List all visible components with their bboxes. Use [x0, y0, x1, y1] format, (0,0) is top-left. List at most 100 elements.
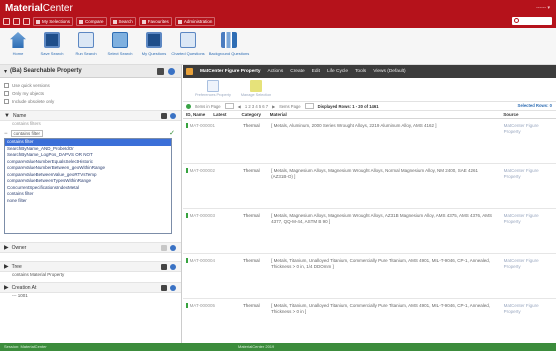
tab-life-cycle[interactable]: Life Cycle — [327, 69, 348, 74]
section-sub: --- 1001 — [12, 293, 28, 298]
list-icon[interactable] — [161, 113, 167, 119]
chevron-right-icon: ▶ — [4, 285, 9, 291]
charted-questions-button[interactable]: Charted Questions — [171, 30, 205, 64]
save-icon[interactable] — [157, 68, 164, 75]
select-search-button[interactable]: Select Search — [105, 30, 135, 64]
filter-listbox[interactable]: contains filter SearchByName_AND_ProbeId… — [4, 138, 172, 234]
nav-search[interactable]: Search — [109, 17, 136, 26]
row-material[interactable]: [ Metals, Titanium, Unalloyed Titanium, … — [271, 303, 500, 315]
tool-label: My Questions — [141, 51, 167, 56]
first-page-icon[interactable]: ◀ — [238, 104, 241, 109]
table-row[interactable]: MAT-000004 Thermal [ Metals, Titanium, U… — [183, 254, 556, 299]
nav-compare[interactable]: Compare — [76, 17, 107, 26]
col-id-name[interactable]: ID, Name — [183, 112, 213, 117]
tab-figure-property[interactable]: MatCenter Figure Property — [200, 69, 261, 74]
filter-select[interactable]: contains filter — [10, 130, 44, 137]
list-icon[interactable] — [161, 245, 167, 251]
user-menu[interactable]: ------ ▾ — [536, 5, 550, 11]
tab-actions[interactable]: Actions — [268, 69, 284, 74]
forward-icon[interactable] — [23, 18, 30, 25]
tab-edit[interactable]: Edit — [312, 69, 320, 74]
nav-administration[interactable]: Administration — [174, 17, 216, 26]
table-row[interactable]: MAT-000001 Thermal [ Metals, Aluminum, 2… — [183, 119, 556, 164]
app-logo[interactable]: MaterialCenter — [5, 3, 73, 14]
preferences-button[interactable]: Preferences Property — [195, 80, 231, 101]
status-badge — [186, 213, 188, 218]
home-button[interactable]: Home — [3, 30, 33, 64]
save-search-button[interactable]: Save Search — [37, 30, 67, 64]
tab-create[interactable]: Create — [290, 69, 304, 74]
footer-product: MaterialCenter 2019 — [238, 344, 275, 349]
table-row[interactable]: MAT-000003 Thermal [ Metals, Magnesium A… — [183, 209, 556, 254]
section-tree[interactable]: ▶ Tree — [0, 261, 181, 272]
info-icon[interactable] — [170, 245, 176, 251]
row-id[interactable]: MAT-000001 — [190, 123, 215, 128]
page-numbers[interactable]: 1 2 3 4 5 6 7 — [245, 104, 268, 109]
home-icon[interactable] — [3, 18, 10, 25]
row-material[interactable]: [ Metals, Magnesium Alloys, Magnesium Wr… — [271, 213, 500, 225]
row-source: MatCenter Figure Property — [503, 213, 539, 224]
table-row[interactable]: MAT-000005 Thermal [ Metals, Titanium, U… — [183, 299, 556, 329]
col-latest[interactable]: Latest — [213, 112, 241, 117]
checkbox[interactable] — [4, 90, 9, 96]
row-id[interactable]: MAT-000004 — [190, 258, 215, 263]
refresh-icon[interactable] — [168, 68, 175, 75]
col-category[interactable]: Category — [242, 112, 270, 117]
row-material[interactable]: [ Metals, Titanium, Unalloyed Titanium, … — [271, 258, 500, 270]
section-label: Name — [12, 112, 27, 119]
info-icon[interactable] — [170, 264, 176, 270]
figure-icon — [186, 68, 193, 75]
search-panel-title: (Ba) Searchable Property — [10, 68, 82, 74]
row-material[interactable]: [ Metals, Aluminum, 2000 Series Wrought … — [271, 123, 500, 129]
row-id[interactable]: MAT-000003 — [190, 213, 215, 218]
nav-label: Administration — [183, 19, 213, 24]
section-name[interactable]: ▼ Name — [0, 110, 181, 121]
option-obsolete[interactable]: Include obsolete only — [0, 97, 181, 105]
tool-label: Select Search — [107, 51, 133, 56]
action-bar: Preferences Property Manage Selection — [183, 78, 556, 102]
run-search-button[interactable]: Run Search — [71, 30, 101, 64]
my-questions-button[interactable]: My Questions — [139, 30, 169, 64]
items-per-page-input[interactable] — [224, 103, 234, 109]
checkbox[interactable] — [4, 98, 9, 104]
table-row[interactable]: MAT-000002 Thermal [ Metals, Magnesium A… — [183, 164, 556, 209]
tab-views[interactable]: Views (Default) — [373, 69, 405, 74]
status-icon — [186, 103, 191, 109]
info-icon[interactable] — [170, 113, 176, 119]
row-source: MatCenter Figure Property — [503, 168, 539, 179]
next-page-icon[interactable]: ▶ — [272, 104, 275, 109]
back-icon[interactable] — [13, 18, 20, 25]
global-search-input[interactable] — [512, 17, 552, 25]
section-label: Creation At — [11, 284, 37, 291]
section-sub: contains filters — [12, 121, 41, 126]
search-panel-header[interactable]: ▾ (Ba) Searchable Property — [0, 65, 181, 78]
status-badge — [186, 258, 188, 263]
row-category: Thermal — [243, 303, 260, 308]
collapse-icon[interactable]: ▾ — [4, 68, 7, 75]
section-owner[interactable]: ▶ Owner — [0, 242, 181, 253]
section-creation[interactable]: ▶ Creation At — [0, 282, 181, 293]
row-material[interactable]: [ Metals, Magnesium Alloys, Magnesium Wr… — [271, 168, 500, 180]
option-quick-versions[interactable]: Use quick versions — [0, 81, 181, 89]
app-header: MaterialCenter ------ ▾ My Selections Co… — [0, 0, 556, 28]
checkbox[interactable] — [4, 82, 9, 88]
nav-favourites[interactable]: Favourites — [138, 17, 172, 26]
col-source[interactable]: Source — [499, 112, 556, 117]
row-category: Thermal — [243, 258, 260, 263]
option-only-my-objects[interactable]: Only my objects — [0, 89, 181, 97]
page-select[interactable] — [304, 103, 314, 109]
info-icon[interactable] — [170, 285, 176, 291]
compare-icon — [79, 19, 84, 24]
col-material[interactable]: Material — [270, 112, 500, 117]
nav-my-selections[interactable]: My Selections — [33, 17, 74, 26]
list-item[interactable]: none filter — [5, 198, 171, 205]
row-id[interactable]: MAT-000002 — [190, 168, 215, 173]
list-icon[interactable] — [161, 264, 167, 270]
list-icon[interactable] — [161, 285, 167, 291]
section-sub: contains Material Property — [12, 272, 65, 277]
manage-selection-button[interactable]: Manage Selection — [241, 80, 271, 101]
tab-tools[interactable]: Tools — [355, 69, 366, 74]
background-questions-button[interactable]: Background Questions — [207, 30, 251, 64]
minus-icon[interactable]: − — [4, 131, 8, 137]
row-id[interactable]: MAT-000005 — [190, 303, 215, 308]
